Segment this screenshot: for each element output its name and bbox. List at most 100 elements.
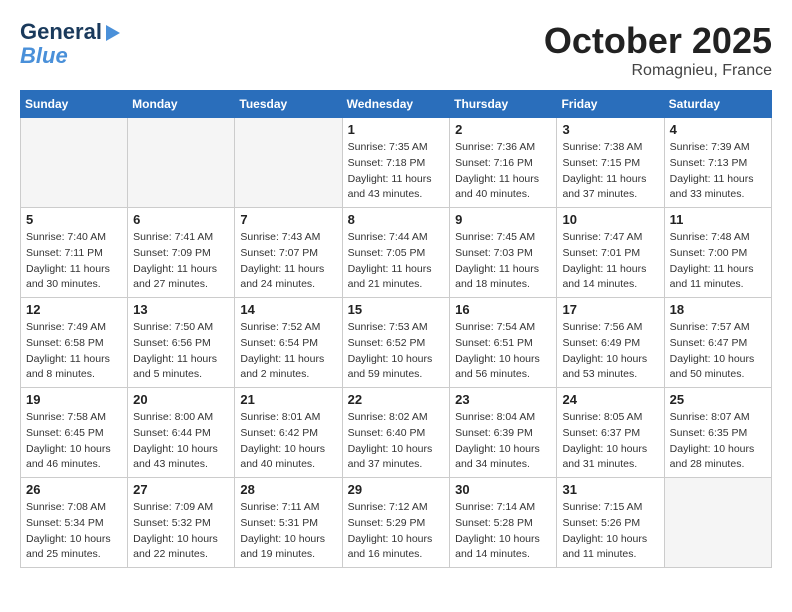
title-section: October 2025 Romagnieu, France xyxy=(544,20,772,80)
day-info: Sunrise: 8:02 AM Sunset: 6:40 PM Dayligh… xyxy=(348,410,445,473)
table-row: 9 Sunrise: 7:45 AM Sunset: 7:03 PM Daylig… xyxy=(450,208,557,298)
header-saturday: Saturday xyxy=(664,91,771,118)
table-row: 25 Sunrise: 8:07 AM Sunset: 6:35 PM Dayli… xyxy=(664,388,771,478)
day-info: Sunrise: 7:39 AM Sunset: 7:13 PM Dayligh… xyxy=(670,140,766,203)
table-row: 13 Sunrise: 7:50 AM Sunset: 6:56 PM Dayli… xyxy=(128,298,235,388)
day-number: 29 xyxy=(348,482,445,497)
day-number: 6 xyxy=(133,212,229,227)
table-row: 20Sunrise: 8:00 AM Sunset: 6:44 PM Dayli… xyxy=(128,388,235,478)
header-monday: Monday xyxy=(128,91,235,118)
day-info: Sunrise: 8:04 AM Sunset: 6:39 PM Dayligh… xyxy=(455,410,551,473)
header-thursday: Thursday xyxy=(450,91,557,118)
day-info: Sunrise: 7:52 AM Sunset: 6:54 PM Dayligh… xyxy=(240,320,336,383)
table-row: 28 Sunrise: 7:11 AM Sunset: 5:31 PM Dayli… xyxy=(235,478,342,568)
table-row: 27 Sunrise: 7:09 AM Sunset: 5:32 PM Dayli… xyxy=(128,478,235,568)
day-info: Sunrise: 7:45 AM Sunset: 7:03 PM Dayligh… xyxy=(455,230,551,293)
table-row: 12 Sunrise: 7:49 AM Sunset: 6:58 PM Dayli… xyxy=(21,298,128,388)
logo: General Blue xyxy=(20,20,120,68)
day-number: 27 xyxy=(133,482,229,497)
table-row: 31Sunrise: 7:15 AM Sunset: 5:26 PM Dayli… xyxy=(557,478,664,568)
calendar-week-1: 1 Sunrise: 7:35 AM Sunset: 7:18 PM Daylig… xyxy=(21,118,772,208)
day-info: Sunrise: 7:58 AM Sunset: 6:45 PM Dayligh… xyxy=(26,410,122,473)
table-row: 21 Sunrise: 8:01 AM Sunset: 6:42 PM Dayli… xyxy=(235,388,342,478)
day-info: Sunrise: 7:47 AM Sunset: 7:01 PM Dayligh… xyxy=(562,230,658,293)
day-info: Sunrise: 7:09 AM Sunset: 5:32 PM Dayligh… xyxy=(133,500,229,563)
day-number: 15 xyxy=(348,302,445,317)
table-row: 30 Sunrise: 7:14 AM Sunset: 5:28 PM Dayli… xyxy=(450,478,557,568)
table-row xyxy=(21,118,128,208)
day-number: 8 xyxy=(348,212,445,227)
day-info: Sunrise: 7:15 AM Sunset: 5:26 PM Dayligh… xyxy=(562,500,658,563)
page-header: General Blue October 2025 Romagnieu, Fra… xyxy=(20,20,772,80)
header-sunday: Sunday xyxy=(21,91,128,118)
day-number: 7 xyxy=(240,212,336,227)
table-row: 16 Sunrise: 7:54 AM Sunset: 6:51 PM Dayli… xyxy=(450,298,557,388)
day-number: 22 xyxy=(348,392,445,407)
table-row: 10 Sunrise: 7:47 AM Sunset: 7:01 PM Dayli… xyxy=(557,208,664,298)
day-number: 2 xyxy=(455,122,551,137)
table-row: 2Sunrise: 7:36 AM Sunset: 7:16 PM Daylig… xyxy=(450,118,557,208)
day-number: 26 xyxy=(26,482,122,497)
location-title: Romagnieu, France xyxy=(544,62,772,80)
day-number: 4 xyxy=(670,122,766,137)
day-number: 20 xyxy=(133,392,229,407)
calendar-header-row: Sunday Monday Tuesday Wednesday Thursday… xyxy=(21,91,772,118)
table-row: 29 Sunrise: 7:12 AM Sunset: 5:29 PM Dayli… xyxy=(342,478,450,568)
day-info: Sunrise: 7:49 AM Sunset: 6:58 PM Dayligh… xyxy=(26,320,122,383)
table-row: 26 Sunrise: 7:08 AM Sunset: 5:34 PM Dayli… xyxy=(21,478,128,568)
calendar-week-5: 26 Sunrise: 7:08 AM Sunset: 5:34 PM Dayli… xyxy=(21,478,772,568)
calendar-week-2: 5Sunrise: 7:40 AM Sunset: 7:11 PM Daylig… xyxy=(21,208,772,298)
calendar-week-4: 19Sunrise: 7:58 AM Sunset: 6:45 PM Dayli… xyxy=(21,388,772,478)
day-number: 5 xyxy=(26,212,122,227)
day-number: 13 xyxy=(133,302,229,317)
table-row xyxy=(128,118,235,208)
day-number: 11 xyxy=(670,212,766,227)
calendar-week-3: 12 Sunrise: 7:49 AM Sunset: 6:58 PM Dayli… xyxy=(21,298,772,388)
day-number: 1 xyxy=(348,122,445,137)
table-row: 18Sunrise: 7:57 AM Sunset: 6:47 PM Dayli… xyxy=(664,298,771,388)
day-info: Sunrise: 7:56 AM Sunset: 6:49 PM Dayligh… xyxy=(562,320,658,383)
table-row: 14 Sunrise: 7:52 AM Sunset: 6:54 PM Dayli… xyxy=(235,298,342,388)
table-row: 5Sunrise: 7:40 AM Sunset: 7:11 PM Daylig… xyxy=(21,208,128,298)
day-number: 24 xyxy=(562,392,658,407)
day-info: Sunrise: 7:12 AM Sunset: 5:29 PM Dayligh… xyxy=(348,500,445,563)
table-row: 23 Sunrise: 8:04 AM Sunset: 6:39 PM Dayli… xyxy=(450,388,557,478)
day-info: Sunrise: 7:53 AM Sunset: 6:52 PM Dayligh… xyxy=(348,320,445,383)
day-number: 30 xyxy=(455,482,551,497)
day-number: 17 xyxy=(562,302,658,317)
day-info: Sunrise: 7:48 AM Sunset: 7:00 PM Dayligh… xyxy=(670,230,766,293)
day-number: 28 xyxy=(240,482,336,497)
day-number: 23 xyxy=(455,392,551,407)
day-info: Sunrise: 7:11 AM Sunset: 5:31 PM Dayligh… xyxy=(240,500,336,563)
logo-blue: Blue xyxy=(20,44,68,68)
month-title: October 2025 xyxy=(544,20,772,62)
day-number: 18 xyxy=(670,302,766,317)
day-info: Sunrise: 8:07 AM Sunset: 6:35 PM Dayligh… xyxy=(670,410,766,473)
day-number: 21 xyxy=(240,392,336,407)
day-info: Sunrise: 7:38 AM Sunset: 7:15 PM Dayligh… xyxy=(562,140,658,203)
day-info: Sunrise: 7:41 AM Sunset: 7:09 PM Dayligh… xyxy=(133,230,229,293)
day-number: 12 xyxy=(26,302,122,317)
day-number: 16 xyxy=(455,302,551,317)
day-info: Sunrise: 8:05 AM Sunset: 6:37 PM Dayligh… xyxy=(562,410,658,473)
day-info: Sunrise: 7:54 AM Sunset: 6:51 PM Dayligh… xyxy=(455,320,551,383)
day-info: Sunrise: 8:01 AM Sunset: 6:42 PM Dayligh… xyxy=(240,410,336,473)
day-info: Sunrise: 7:14 AM Sunset: 5:28 PM Dayligh… xyxy=(455,500,551,563)
table-row: 17 Sunrise: 7:56 AM Sunset: 6:49 PM Dayli… xyxy=(557,298,664,388)
table-row: 4 Sunrise: 7:39 AM Sunset: 7:13 PM Daylig… xyxy=(664,118,771,208)
day-number: 14 xyxy=(240,302,336,317)
day-number: 9 xyxy=(455,212,551,227)
day-number: 25 xyxy=(670,392,766,407)
day-info: Sunrise: 7:08 AM Sunset: 5:34 PM Dayligh… xyxy=(26,500,122,563)
day-info: Sunrise: 7:35 AM Sunset: 7:18 PM Dayligh… xyxy=(348,140,445,203)
table-row xyxy=(235,118,342,208)
day-number: 10 xyxy=(562,212,658,227)
day-info: Sunrise: 7:50 AM Sunset: 6:56 PM Dayligh… xyxy=(133,320,229,383)
day-info: Sunrise: 7:43 AM Sunset: 7:07 PM Dayligh… xyxy=(240,230,336,293)
table-row: 22 Sunrise: 8:02 AM Sunset: 6:40 PM Dayli… xyxy=(342,388,450,478)
table-row: 15 Sunrise: 7:53 AM Sunset: 6:52 PM Dayli… xyxy=(342,298,450,388)
header-friday: Friday xyxy=(557,91,664,118)
day-number: 3 xyxy=(562,122,658,137)
table-row: 8Sunrise: 7:44 AM Sunset: 7:05 PM Daylig… xyxy=(342,208,450,298)
table-row: 11 Sunrise: 7:48 AM Sunset: 7:00 PM Dayli… xyxy=(664,208,771,298)
